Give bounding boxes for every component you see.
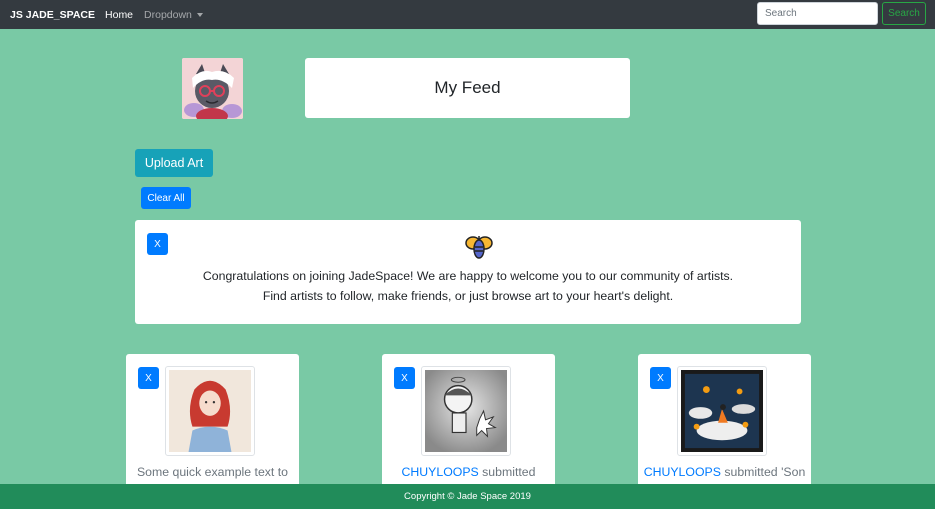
brand-logo[interactable]: JS JADE_SPACE bbox=[10, 9, 95, 21]
card-caption: CHUYLOOPS submitted 'Son bbox=[638, 465, 811, 479]
copyright-text: Copyright © Jade Space 2019 bbox=[404, 491, 531, 502]
card-caption: CHUYLOOPS submitted bbox=[382, 465, 555, 479]
chevron-down-icon bbox=[196, 12, 203, 17]
top-navbar: JS JADE_SPACE Home Dropdown Search bbox=[0, 0, 935, 29]
artwork-image bbox=[681, 370, 763, 452]
bee-icon bbox=[465, 236, 493, 259]
card-text: Some quick example text to bbox=[136, 465, 289, 479]
art-card: X CHUYLOOPS submitted 'Son bbox=[638, 354, 811, 494]
page-title: My Feed bbox=[434, 78, 501, 97]
art-thumbnail[interactable] bbox=[677, 366, 767, 456]
nav-dropdown[interactable]: Dropdown bbox=[144, 9, 203, 21]
nav-dropdown-label: Dropdown bbox=[144, 8, 192, 21]
artwork-image bbox=[169, 370, 251, 452]
upload-art-button[interactable]: Upload Art bbox=[135, 149, 213, 177]
welcome-message: Congratulations on joining JadeSpace! We… bbox=[135, 267, 801, 306]
search-input[interactable] bbox=[757, 2, 878, 25]
dismiss-welcome-button[interactable]: X bbox=[147, 233, 168, 255]
dismiss-card-button[interactable]: X bbox=[650, 367, 671, 389]
card-user-link[interactable]: CHUYLOOPS bbox=[402, 465, 479, 479]
feed-title-box: My Feed bbox=[305, 58, 630, 118]
dismiss-card-button[interactable]: X bbox=[138, 367, 159, 389]
card-user-link[interactable]: CHUYLOOPS bbox=[644, 465, 721, 479]
search-button[interactable]: Search bbox=[882, 2, 926, 25]
clear-all-button[interactable]: Clear All bbox=[141, 187, 191, 209]
welcome-line-1: Congratulations on joining JadeSpace! We… bbox=[202, 269, 734, 283]
footer: Copyright © Jade Space 2019 bbox=[0, 484, 935, 509]
art-card: X Some quick example text to bbox=[126, 354, 299, 494]
avatar-image bbox=[182, 58, 243, 119]
nav-home-link[interactable]: Home bbox=[105, 9, 133, 21]
welcome-line-2: Find artists to follow, make friends, or… bbox=[262, 288, 674, 303]
art-card: X CHUYLOOPS submitted bbox=[382, 354, 555, 494]
welcome-card: X Congratulations on joining JadeSpace! … bbox=[135, 220, 801, 324]
card-caption: Some quick example text to bbox=[126, 465, 299, 479]
avatar[interactable] bbox=[182, 58, 243, 119]
card-text: submitted 'Son bbox=[720, 465, 806, 479]
dismiss-card-button[interactable]: X bbox=[394, 367, 415, 389]
artwork-image bbox=[425, 370, 507, 452]
art-thumbnail[interactable] bbox=[165, 366, 255, 456]
card-text: submitted bbox=[478, 465, 536, 479]
art-thumbnail[interactable] bbox=[421, 366, 511, 456]
